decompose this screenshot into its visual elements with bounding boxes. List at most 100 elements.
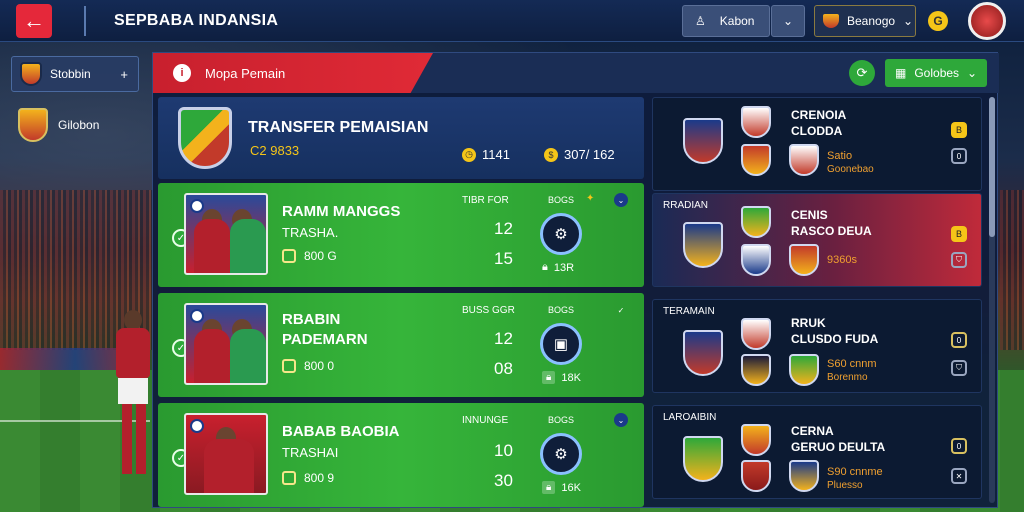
team-crest-icon	[683, 222, 723, 268]
team-crest-icon	[683, 118, 723, 164]
player-card[interactable]: ✓ RBABIN PADEMARN 800 0 BUSS GGR 12 08 B…	[158, 293, 644, 397]
panel-title: Mopa Pemain	[205, 65, 286, 81]
lock-icon: 🔒︎	[542, 261, 548, 273]
coin-icon	[282, 471, 296, 485]
match-info: Pluesso	[827, 480, 863, 491]
tag-value: 16K	[561, 481, 581, 494]
chevron-down-icon: ⌄	[782, 14, 794, 28]
club-select[interactable]: Beanogo ⌄	[814, 5, 916, 37]
team-crest-icon	[741, 106, 771, 138]
column-title: INNUNGE	[462, 415, 509, 426]
profile-label: Kabon	[719, 14, 755, 28]
gauge-title: BOGS	[548, 415, 575, 425]
column-title: TIBR FOR	[462, 195, 509, 206]
back-button[interactable]: ←	[16, 4, 52, 38]
info-icon[interactable]: 0	[951, 148, 967, 164]
background-player	[112, 310, 156, 490]
match-card[interactable]: LAROAIBIN CERNA GERUO DEULTA S90 cnnme P…	[652, 405, 982, 499]
player-card[interactable]: ✓ BABAB BAOBIA TRASHAI 800 9 INNUNGE 10 …	[158, 403, 644, 507]
match-title: RASCO DEUA	[791, 224, 872, 238]
match-card[interactable]: RRADIAN CENIS RASCO DEUA 9360s B ⛉	[652, 193, 982, 287]
sidebar-item-league[interactable]: Gilobon	[18, 108, 99, 142]
top-bar: ← SEPBABA INDANSIA ♙ Kabon ⌄ Beanogo ⌄ G	[0, 0, 1024, 42]
match-info: 9360s	[827, 254, 857, 266]
match-card[interactable]: TERAMAIN RRUK CLUSDO FUDA S60 cnnm Boren…	[652, 299, 982, 393]
player-meta: 800 G	[282, 249, 337, 263]
chevron-down-icon[interactable]: ⌄	[614, 193, 628, 207]
badge-icon[interactable]: B	[951, 226, 967, 242]
player-meta-value: 800 0	[304, 359, 335, 373]
team-crest-icon	[683, 330, 723, 376]
rating-gauge-icon: ⚙	[540, 433, 582, 475]
panel-header: i Mopa Pemain ⟳ ▦ Golobes ⌄	[153, 53, 999, 93]
profile-button[interactable]: ♙ Kabon	[682, 5, 770, 37]
player-card[interactable]: ✓ RAMM MANGGS TRASHA. 800 G TIBR FOR 12 …	[158, 183, 644, 287]
avatar[interactable]	[968, 2, 1006, 40]
match-card[interactable]: CRENOIA CLODDA Satio Goonebao B 0	[652, 97, 982, 191]
team-crest-icon	[789, 354, 819, 386]
team-crest-icon	[741, 144, 771, 176]
expand-button[interactable]: ⌄	[771, 5, 805, 37]
badge-icon[interactable]: B	[951, 122, 967, 138]
player-meta-value: 800 9	[304, 471, 335, 485]
player-subtitle: PADEMARN	[282, 331, 368, 348]
club-label: Beanogo	[847, 14, 896, 28]
shield-icon[interactable]: ⛉	[951, 360, 967, 376]
match-title: CLODDA	[791, 124, 843, 138]
chevron-down-icon: ⌄	[967, 66, 978, 80]
sidebar-item-club[interactable]: Stobbin +	[11, 56, 139, 92]
clock-icon: ◷	[462, 147, 476, 162]
plus-icon: +	[120, 66, 128, 82]
stat-value: 307/ 162	[564, 147, 615, 162]
match-title: CERNA	[791, 424, 834, 438]
match-info: Satio	[827, 150, 853, 162]
scrollbar[interactable]	[989, 97, 995, 503]
panel-title-tab[interactable]: i Mopa Pemain	[153, 53, 433, 93]
match-label: LAROAIBIN	[663, 412, 717, 423]
coin-icon[interactable]: G	[928, 11, 948, 31]
tag-value: 18K	[561, 371, 581, 384]
match-title: CRENOIA	[791, 108, 847, 122]
badge-icon[interactable]: 0	[951, 438, 967, 454]
player-meta: 800 0	[282, 359, 334, 373]
match-label: RRADIAN	[663, 200, 709, 211]
gauge-title: BOGS	[548, 195, 575, 205]
team-crest-icon	[741, 244, 771, 276]
transfer-panel: i Mopa Pemain ⟳ ▦ Golobes ⌄ TRANSFER PEM…	[152, 52, 999, 508]
scrollbar-thumb[interactable]	[989, 97, 995, 237]
crowd-right	[1000, 190, 1024, 350]
match-info: Borenmo	[827, 372, 868, 383]
lock-icon: 🔒︎	[542, 371, 556, 384]
stat-value: 12	[494, 329, 513, 348]
badge-icon[interactable]: 0	[951, 332, 967, 348]
gauge-title: BOGS	[548, 305, 575, 315]
stat-budget: $ 307/ 162	[544, 147, 615, 162]
refresh-icon: ⟳	[856, 65, 868, 80]
close-icon[interactable]: ✕	[951, 468, 967, 484]
app-title: SEPBABA INDANSIA	[114, 12, 279, 29]
stat-value: 12	[494, 219, 513, 238]
chevron-down-icon: ⌄	[903, 14, 914, 28]
rating-gauge-icon: ⚙	[540, 213, 582, 255]
player-name: RBABIN	[282, 311, 341, 328]
match-label: TERAMAIN	[663, 306, 715, 317]
player-name: BABAB BAOBIA	[282, 423, 400, 440]
stat-value: 10	[494, 441, 513, 460]
shield-icon[interactable]: ⛉	[951, 252, 967, 268]
team-crest-icon	[683, 436, 723, 482]
match-title: CLUSDO FUDA	[791, 332, 879, 346]
team-crest-icon	[741, 354, 771, 386]
coin-icon	[282, 249, 296, 263]
team-crest-icon	[789, 244, 819, 276]
match-info: Goonebao	[827, 164, 874, 175]
lock-icon: 🔒︎	[542, 481, 556, 494]
column-title: BUSS GGR	[462, 305, 515, 316]
refresh-button[interactable]: ⟳	[849, 60, 875, 86]
chevron-down-icon[interactable]: ⌄	[614, 413, 628, 427]
confirm-dropdown[interactable]: ▦ Golobes ⌄	[885, 59, 987, 87]
player-subtitle: TRASHAI	[282, 445, 339, 460]
summary-title: TRANSFER PEMAISIAN	[248, 119, 429, 136]
coin-icon: $	[544, 147, 558, 162]
check-icon[interactable]: ✓	[614, 303, 628, 317]
sidebar-item-label: Stobbin	[50, 67, 91, 81]
